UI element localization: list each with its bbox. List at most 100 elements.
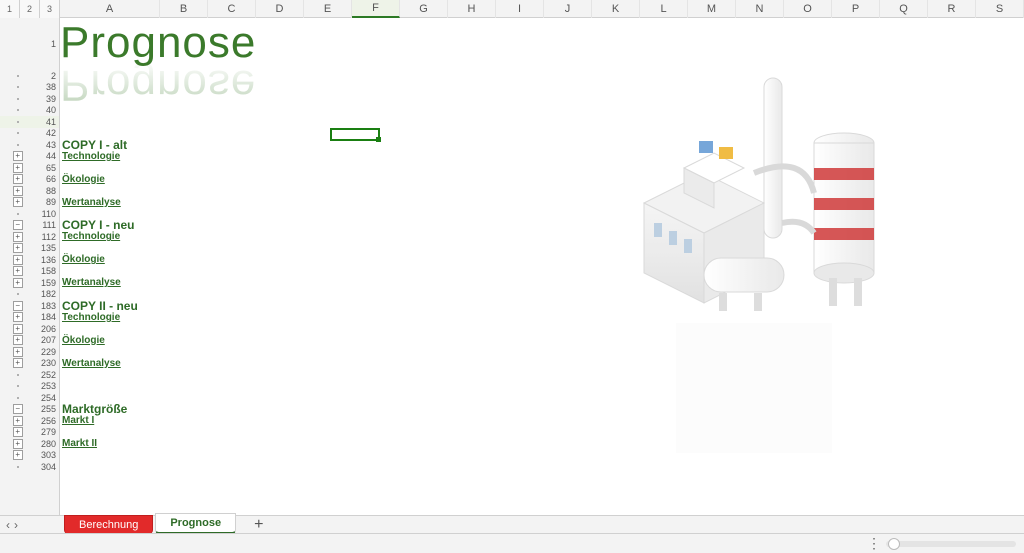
outline-expand-icon[interactable]: + — [13, 358, 23, 368]
column-header-H[interactable]: H — [448, 0, 496, 18]
column-header-O[interactable]: O — [784, 0, 832, 18]
row-header-182[interactable]: 182 — [0, 289, 59, 301]
sheet-tab-prognose[interactable]: Prognose — [155, 513, 236, 534]
row-header-42[interactable]: 42 — [0, 128, 59, 140]
outline-expand-icon[interactable]: + — [13, 335, 23, 345]
row-header-136[interactable]: +136 — [0, 254, 59, 266]
row-header-158[interactable]: +158 — [0, 266, 59, 278]
section-sublink[interactable]: Wertanalyse — [60, 358, 121, 369]
outline-expand-icon[interactable]: + — [13, 232, 23, 242]
row-header-43[interactable]: 43 — [0, 139, 59, 151]
row-header-41[interactable]: 41 — [0, 116, 59, 128]
row-header-303[interactable]: +303 — [0, 450, 59, 462]
column-header-R[interactable]: R — [928, 0, 976, 18]
outline-expand-icon[interactable]: + — [13, 416, 23, 426]
outline-expand-icon[interactable]: + — [13, 278, 23, 288]
row-header-280[interactable]: +280 — [0, 438, 59, 450]
column-header-M[interactable]: M — [688, 0, 736, 18]
outline-expand-icon[interactable]: + — [13, 450, 23, 460]
row-header-206[interactable]: +206 — [0, 323, 59, 335]
outline-expand-icon[interactable]: + — [13, 324, 23, 334]
section-sublink[interactable]: Markt II — [60, 438, 97, 449]
section-sublink[interactable]: Technologie — [60, 312, 120, 323]
row-header-88[interactable]: +88 — [0, 185, 59, 197]
tab-nav-prev-icon[interactable]: ‹ — [6, 518, 10, 532]
outline-expand-icon[interactable]: + — [13, 197, 23, 207]
cell-row[interactable] — [60, 461, 1024, 473]
scroll-options-icon[interactable]: ⋮ — [867, 535, 880, 552]
outline-expand-icon[interactable]: + — [13, 347, 23, 357]
row-header-39[interactable]: 39 — [0, 93, 59, 105]
worksheet-area[interactable]: Prognose Prognose COPY I - altTechnologi… — [60, 18, 1024, 515]
outline-expand-icon[interactable]: + — [13, 151, 23, 161]
row-header-230[interactable]: +230 — [0, 358, 59, 370]
section-sublink[interactable]: Wertanalyse — [60, 277, 121, 288]
outline-level-2[interactable]: 2 — [20, 0, 40, 18]
outline-level-3[interactable]: 3 — [40, 0, 59, 18]
outline-collapse-icon[interactable]: − — [13, 404, 23, 414]
column-header-L[interactable]: L — [640, 0, 688, 18]
column-header-A[interactable]: A — [60, 0, 160, 18]
column-header-N[interactable]: N — [736, 0, 784, 18]
row-header-253[interactable]: 253 — [0, 381, 59, 393]
outline-expand-icon[interactable]: + — [13, 243, 23, 253]
row-header-65[interactable]: +65 — [0, 162, 59, 174]
outline-expand-icon[interactable]: + — [13, 312, 23, 322]
column-header-K[interactable]: K — [592, 0, 640, 18]
outline-expand-icon[interactable]: + — [13, 163, 23, 173]
section-sublink[interactable]: Ökologie — [60, 174, 105, 185]
outline-expand-icon[interactable]: + — [13, 174, 23, 184]
row-header-110[interactable]: 110 — [0, 208, 59, 220]
column-header-S[interactable]: S — [976, 0, 1024, 18]
horizontal-scroll-slider[interactable] — [886, 541, 1016, 547]
row-header-44[interactable]: +44 — [0, 151, 59, 163]
column-header-J[interactable]: J — [544, 0, 592, 18]
column-header-I[interactable]: I — [496, 0, 544, 18]
outline-expand-icon[interactable]: + — [13, 255, 23, 265]
row-header-159[interactable]: +159 — [0, 277, 59, 289]
column-header-C[interactable]: C — [208, 0, 256, 18]
row-header-229[interactable]: +229 — [0, 346, 59, 358]
row-header-256[interactable]: +256 — [0, 415, 59, 427]
row-header-2[interactable]: 2 — [0, 70, 59, 82]
row-header-304[interactable]: 304 — [0, 461, 59, 473]
row-header-207[interactable]: +207 — [0, 335, 59, 347]
column-header-B[interactable]: B — [160, 0, 208, 18]
section-sublink[interactable]: Technologie — [60, 231, 120, 242]
column-header-G[interactable]: G — [400, 0, 448, 18]
section-sublink[interactable]: Wertanalyse — [60, 197, 121, 208]
scroll-thumb[interactable] — [888, 538, 900, 550]
section-sublink[interactable]: Ökologie — [60, 335, 105, 346]
outline-expand-icon[interactable]: + — [13, 427, 23, 437]
row-header-254[interactable]: 254 — [0, 392, 59, 404]
outline-expand-icon[interactable]: + — [13, 439, 23, 449]
row-header-38[interactable]: 38 — [0, 82, 59, 94]
outline-expand-icon[interactable]: + — [13, 266, 23, 276]
row-header-279[interactable]: +279 — [0, 427, 59, 439]
add-sheet-button[interactable]: + — [254, 516, 263, 534]
column-header-E[interactable]: E — [304, 0, 352, 18]
column-header-Q[interactable]: Q — [880, 0, 928, 18]
outline-collapse-icon[interactable]: − — [13, 220, 23, 230]
outline-expand-icon[interactable]: + — [13, 186, 23, 196]
section-sublink[interactable]: Ökologie — [60, 254, 105, 265]
row-header-112[interactable]: +112 — [0, 231, 59, 243]
row-header-40[interactable]: 40 — [0, 105, 59, 117]
outline-level-1[interactable]: 1 — [0, 0, 20, 18]
section-sublink[interactable]: Markt I — [60, 415, 94, 426]
row-header-252[interactable]: 252 — [0, 369, 59, 381]
outline-collapse-icon[interactable]: − — [13, 301, 23, 311]
column-header-F[interactable]: F — [352, 0, 400, 18]
row-header-183[interactable]: −183 — [0, 300, 59, 312]
row-header-89[interactable]: +89 — [0, 197, 59, 209]
row-header-135[interactable]: +135 — [0, 243, 59, 255]
column-header-P[interactable]: P — [832, 0, 880, 18]
column-header-D[interactable]: D — [256, 0, 304, 18]
sheet-tab-berechnung[interactable]: Berechnung — [64, 515, 153, 534]
row-header-1[interactable]: 1 — [0, 18, 59, 70]
row-header-111[interactable]: −111 — [0, 220, 59, 232]
row-header-66[interactable]: +66 — [0, 174, 59, 186]
tab-nav-next-icon[interactable]: › — [14, 518, 18, 532]
row-header-184[interactable]: +184 — [0, 312, 59, 324]
row-header-255[interactable]: −255 — [0, 404, 59, 416]
